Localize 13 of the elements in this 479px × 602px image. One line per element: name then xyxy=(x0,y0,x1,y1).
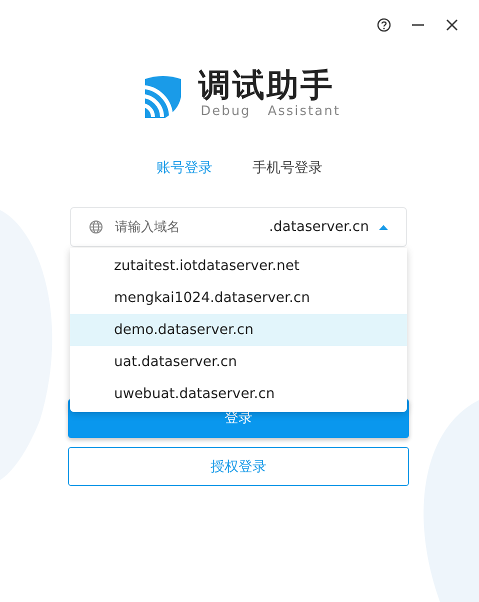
domain-select[interactable]: 请输入域名 .dataserver.cn xyxy=(70,207,407,247)
help-icon xyxy=(377,18,391,32)
domain-option[interactable]: demo.dataserver.cn xyxy=(70,314,407,346)
close-icon xyxy=(445,18,459,32)
domain-option[interactable]: zutaitest.iotdataserver.net xyxy=(70,250,407,282)
domain-input[interactable]: 请输入域名 xyxy=(113,218,259,236)
domain-suffix: .dataserver.cn xyxy=(268,219,369,235)
app-title: 调试助手 xyxy=(198,66,336,104)
globe-icon xyxy=(89,220,103,234)
domain-option[interactable]: mengkai1024.dataserver.cn xyxy=(70,282,407,314)
app-subtitle: Debug Assistant xyxy=(200,104,340,119)
domain-option[interactable]: uat.dataserver.cn xyxy=(70,346,407,378)
login-tab[interactable]: 手机号登录 xyxy=(250,157,324,179)
